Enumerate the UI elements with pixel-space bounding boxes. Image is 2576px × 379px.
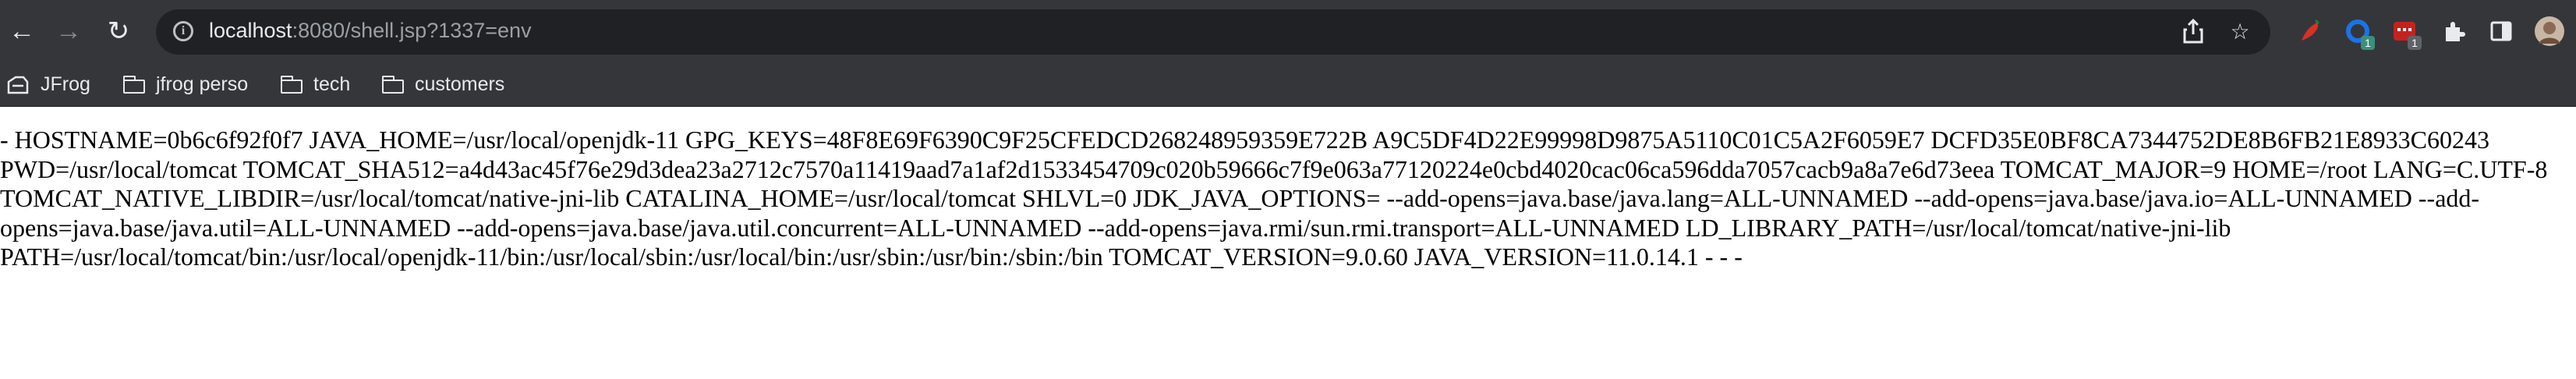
env-output-text: - HOSTNAME=0b6c6f92f0f7 JAVA_HOME=/usr/l… <box>0 126 2548 271</box>
url-host: localhost <box>209 19 292 42</box>
folder-icon <box>281 76 303 94</box>
page-content: - HOSTNAME=0b6c6f92f0f7 JAVA_HOME=/usr/l… <box>0 107 2576 379</box>
share-icon[interactable] <box>2180 18 2206 45</box>
folder-icon <box>123 76 145 94</box>
extension-badge: 1 <box>2361 36 2375 50</box>
bookmark-item[interactable]: customers <box>382 69 504 100</box>
back-arrow-icon[interactable]: ← <box>3 12 41 50</box>
bookmarks-bar: JFrog jfrog perso tech customers <box>0 62 2576 107</box>
bookmark-label: jfrog perso <box>156 73 249 95</box>
red-grid-extension-icon[interactable]: 1 <box>2389 16 2422 50</box>
jfrog-icon <box>7 76 29 94</box>
side-panel-icon[interactable] <box>2486 16 2517 47</box>
bookmark-item[interactable]: jfrog perso <box>123 69 248 100</box>
bookmark-item[interactable]: JFrog <box>6 69 90 100</box>
bookmark-label: JFrog <box>41 73 90 95</box>
extensions-puzzle-icon[interactable] <box>2439 16 2470 47</box>
bookmark-item[interactable]: tech <box>281 69 350 100</box>
folder-icon <box>382 76 404 94</box>
bookmark-label: tech <box>313 73 351 95</box>
blue-circle-extension-icon[interactable]: 1 <box>2342 16 2375 50</box>
bookmark-label: customers <box>415 73 505 95</box>
chili-extension-icon[interactable] <box>2295 16 2327 47</box>
site-info-icon[interactable]: i <box>173 21 193 41</box>
reload-icon[interactable]: ↻ <box>100 12 137 50</box>
url-text[interactable]: localhost:8080/shell.jsp?1337=env <box>209 19 532 43</box>
extension-badge: 1 <box>2408 36 2422 50</box>
url-path: :8080/shell.jsp?1337=env <box>292 19 532 42</box>
profile-avatar[interactable] <box>2534 16 2565 47</box>
forward-arrow-icon[interactable]: → <box>50 12 87 50</box>
bookmark-star-icon[interactable]: ☆ <box>2227 19 2253 45</box>
browser-toolbar: ← → ↻ i localhost:8080/shell.jsp?1337=en… <box>0 0 2576 62</box>
address-bar[interactable]: i localhost:8080/shell.jsp?1337=env ☆ <box>156 9 2270 55</box>
